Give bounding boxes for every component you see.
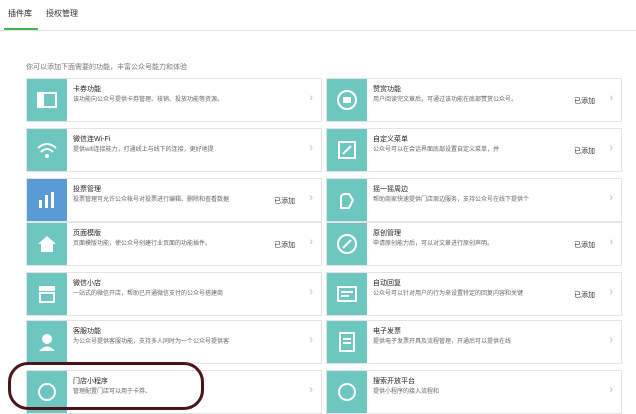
tab-bar: 插件库 授权管理 [0, 0, 636, 31]
plugin-card-custom-menu[interactable]: 自定义菜单 公众号可以在会话界面底部设置自定义菜单，并 已添加 › [326, 128, 622, 172]
menu-icon [327, 129, 367, 171]
chevron-right-icon: › [609, 236, 613, 248]
chevron-right-icon: › [609, 286, 613, 298]
plugin-title: 微信连Wi-Fi [73, 136, 111, 143]
plugin-title: 摇一摇周边 [373, 186, 408, 193]
status-badge: 已添加 [274, 198, 295, 205]
status-badge: 已添加 [574, 242, 595, 249]
auto-reply-icon [327, 273, 367, 315]
plugin-desc: 申请原创能力后，可以对文章进行原创声明。 [373, 241, 494, 247]
plugin-card-card[interactable]: 卡券功能 该功能向公众号提供卡券管理、核销、投放功能等资源。 › [26, 78, 322, 122]
plugin-desc: 为公众号提供客服功能，支持多人同时为一个公众号提供客 [73, 339, 230, 345]
status-badge: 已添加 [574, 98, 595, 105]
plugin-desc: 一站式的微信开店，帮助已开通微信支付的公众号搭建商 [73, 291, 224, 297]
chevron-right-icon: › [309, 142, 313, 154]
intro-text: 你可以添加下面需要的功能，丰富公众号能力和体验 [26, 64, 187, 71]
plugin-title: 页面模版 [73, 230, 101, 237]
plugin-title: 赞赏功能 [373, 86, 401, 93]
plugin-card-search-platform[interactable]: 搜索开放平台 提供小程序的接入流程和 › [326, 370, 622, 414]
chevron-right-icon: › [309, 286, 313, 298]
status-badge: 已添加 [574, 148, 595, 155]
plugin-title: 自动回复 [373, 280, 401, 287]
highlight-annotation-circle [8, 362, 204, 410]
shake-icon [327, 179, 367, 221]
plugin-title: 卡券功能 [73, 86, 101, 93]
status-badge: 已添加 [574, 292, 595, 299]
tab-authorization[interactable]: 授权管理 [46, 8, 78, 19]
plugin-title: 电子发票 [373, 328, 401, 335]
plugin-title: 原创管理 [373, 230, 401, 237]
chevron-right-icon: › [609, 192, 613, 204]
chevron-right-icon: › [609, 384, 613, 396]
card-icon [27, 79, 67, 121]
plugin-title: 搜索开放平台 [373, 378, 415, 385]
chevron-right-icon: › [309, 384, 313, 396]
chevron-right-icon: › [609, 92, 613, 104]
wifi-icon [27, 129, 67, 171]
plugin-desc: 提供电子发票开具及流程管理，开通后可以提供在线 [373, 339, 512, 345]
chevron-right-icon: › [309, 236, 313, 248]
plugin-desc: 帮助商家快速提供门店周边服务，支持公众号在线下提供个 [373, 197, 530, 203]
plugin-title: 自定义菜单 [373, 136, 408, 143]
chevron-right-icon: › [609, 334, 613, 346]
plugin-desc: 用户阅读完文章后，可通过该功能在底部赞赏公众号。 [373, 97, 518, 103]
plugin-card-page-template[interactable]: 页面模版 页面模版功能，使公众号创建行业页面的功能插件。 已添加 › [26, 222, 322, 266]
plugin-title: 微信小店 [73, 280, 101, 287]
chevron-right-icon: › [609, 142, 613, 154]
plugin-desc: 提供wifi连接能力，打通线上与线下的连接，更好地提 [73, 147, 214, 153]
original-icon [327, 223, 367, 265]
plugin-card-shake[interactable]: 摇一摇周边 帮助商家快速提供门店周边服务，支持公众号在线下提供个 › [326, 178, 622, 222]
plugin-title: 客服功能 [73, 328, 101, 335]
chevron-right-icon: › [309, 92, 313, 104]
vote-icon [27, 179, 67, 221]
plugin-desc: 该功能向公众号提供卡券管理、核销、投放功能等资源。 [73, 97, 224, 103]
chevron-right-icon: › [309, 192, 313, 204]
plugin-desc: 公众号可以在会话界面底部设置自定义菜单，并 [373, 147, 500, 153]
invoice-icon [327, 321, 367, 363]
plugin-card-original[interactable]: 原创管理 申请原创能力后，可以对文章进行原创声明。 已添加 › [326, 222, 622, 266]
active-tab-indicator [4, 28, 38, 30]
plugin-title: 投票管理 [73, 186, 101, 193]
plugin-card-vote[interactable]: 投票管理 投票管理可允许公众帐号对投票进行编辑、删除和查看数据 已添加 › [26, 178, 322, 222]
service-icon [27, 321, 67, 363]
shop-icon [27, 273, 67, 315]
status-badge: 已添加 [274, 242, 295, 249]
plugin-desc: 公众号可以针对用户的行为来设置特定的回复内容和关键 [373, 291, 524, 297]
plugin-desc: 投票管理可允许公众帐号对投票进行编辑、删除和查看数据 [73, 197, 230, 203]
plugin-card-invoice[interactable]: 电子发票 提供电子发票开具及流程管理，开通后可以提供在线 › [326, 320, 622, 364]
plugin-card-customer-service[interactable]: 客服功能 为公众号提供客服功能，支持多人同时为一个公众号提供客 › [26, 320, 322, 364]
tab-plugin-library[interactable]: 插件库 [8, 8, 32, 19]
plugin-card-shop[interactable]: 微信小店 一站式的微信开店，帮助已开通微信支付的公众号搭建商 › [26, 272, 322, 316]
chevron-right-icon: › [309, 334, 313, 346]
plugin-card-wifi[interactable]: 微信连Wi-Fi 提供wifi连接能力，打通线上与线下的连接，更好地提 › [26, 128, 322, 172]
page-template-icon [27, 223, 67, 265]
reward-icon [327, 79, 367, 121]
plugin-card-reward[interactable]: 赞赏功能 用户阅读完文章后，可通过该功能在底部赞赏公众号。 已添加 › [326, 78, 622, 122]
plugin-card-auto-reply[interactable]: 自动回复 公众号可以针对用户的行为来设置特定的回复内容和关键 已添加 › [326, 272, 622, 316]
plugin-desc: 页面模版功能，使公众号创建行业页面的功能插件。 [73, 241, 212, 247]
search-platform-icon [327, 371, 367, 413]
